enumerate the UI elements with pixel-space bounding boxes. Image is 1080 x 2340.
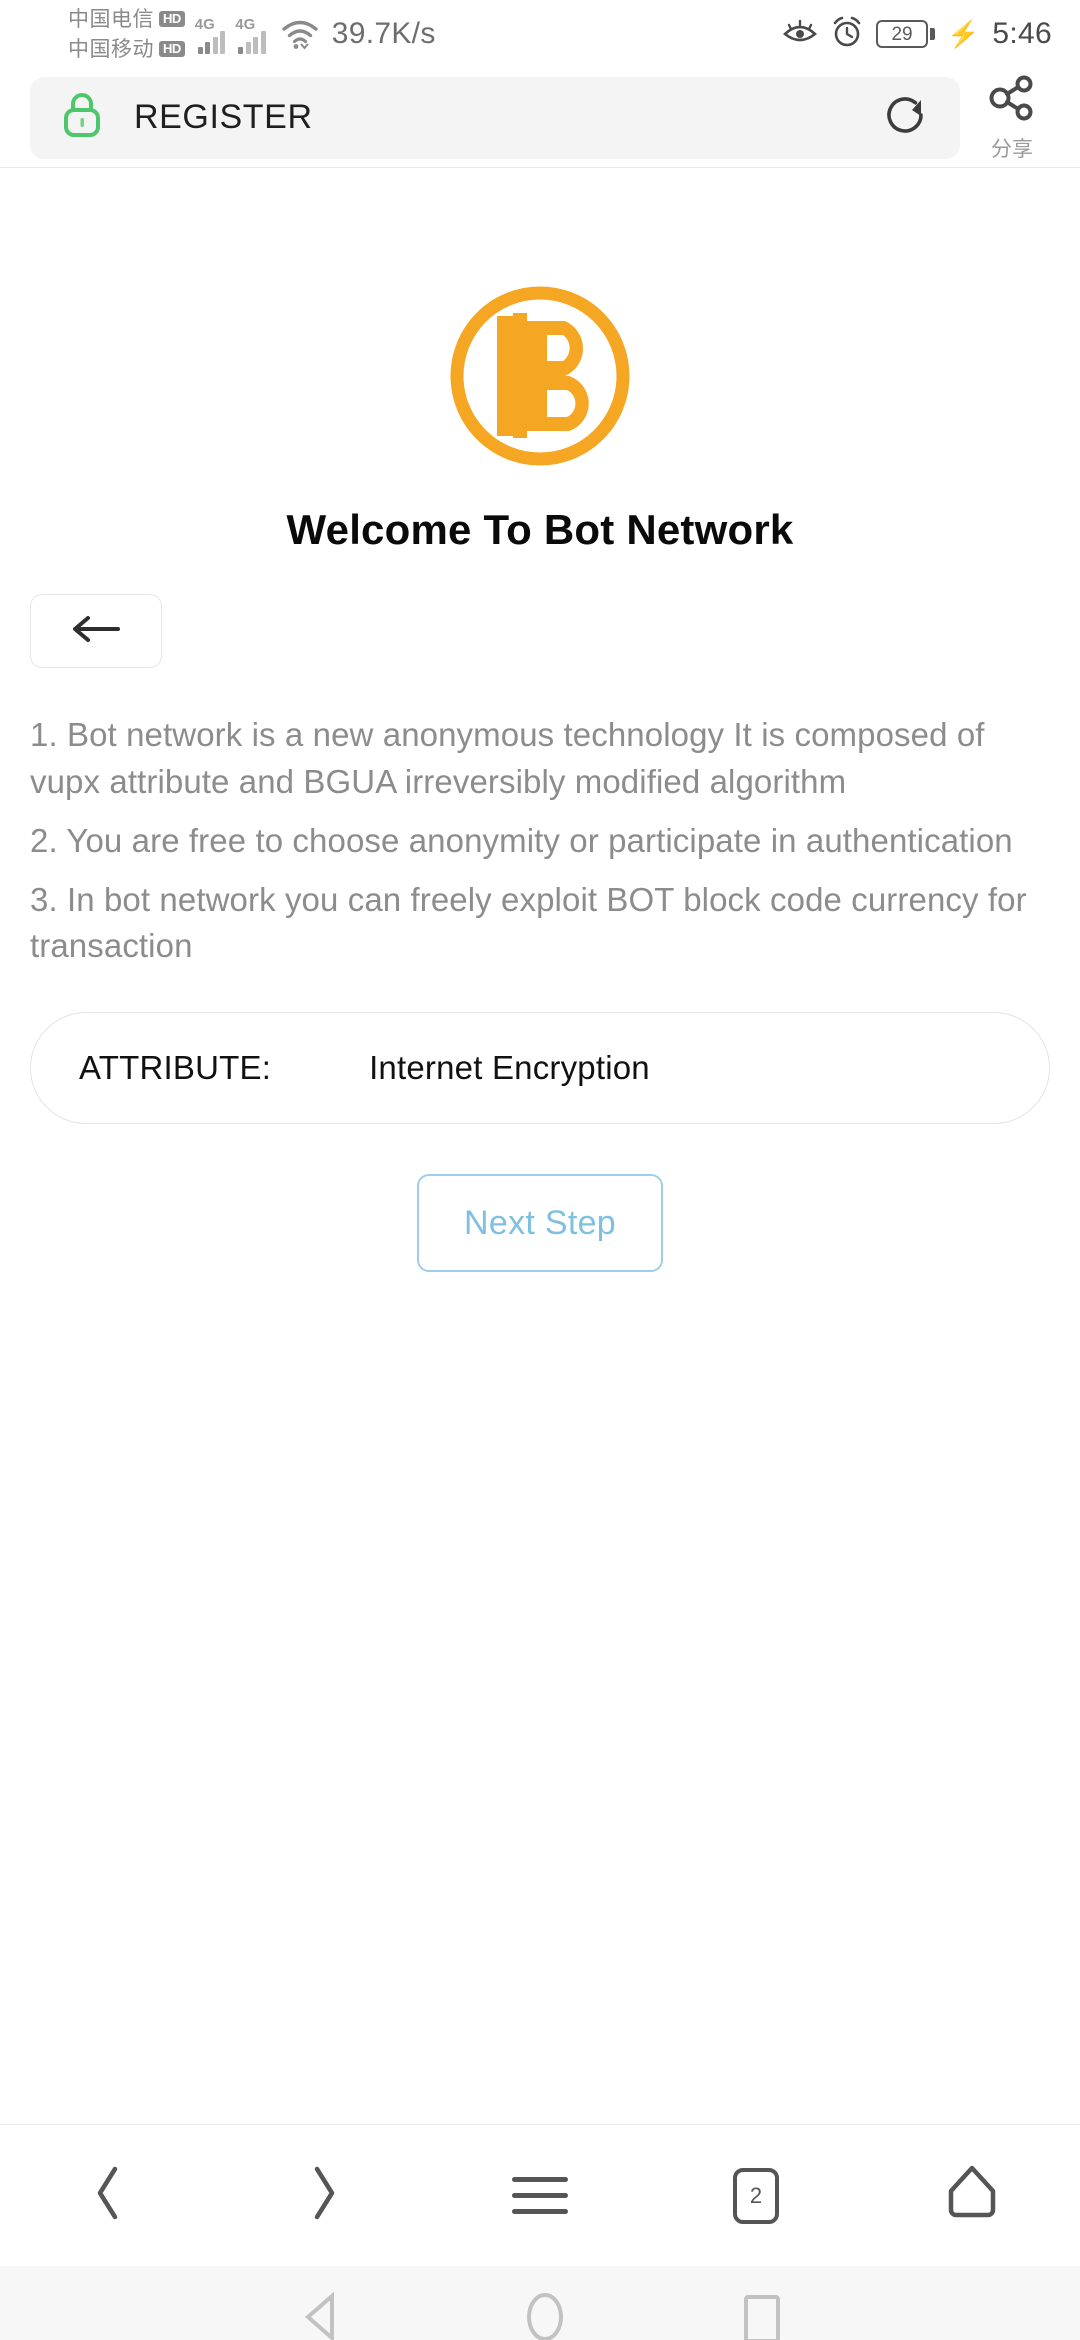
- charging-bolt-icon: ⚡: [947, 18, 980, 49]
- page-content: Welcome To Bot Network 1. Bot network is…: [0, 168, 1080, 2266]
- lock-icon: [60, 90, 104, 145]
- hd-badge: HD: [159, 11, 185, 27]
- battery-icon: 29: [876, 20, 936, 48]
- carrier-info: 中国电信 HD 中国移动 HD: [68, 5, 185, 64]
- menu-icon: [512, 2177, 568, 2214]
- browser-home-button[interactable]: [864, 2125, 1080, 2266]
- recents-square-icon[interactable]: [744, 2295, 780, 2340]
- next-step-container: Next Step: [0, 1174, 1080, 1273]
- info-item: 1. Bot network is a new anonymous techno…: [30, 716, 985, 800]
- status-right-cluster: 29 ⚡ 5:46: [782, 16, 1052, 53]
- arrow-left-icon: [68, 613, 124, 650]
- wifi-icon: [280, 18, 320, 55]
- browser-address-bar: REGISTER 分享: [0, 68, 1080, 168]
- status-clock: 5:46: [992, 17, 1052, 50]
- url-text: REGISTER: [134, 98, 313, 136]
- signal-bars-icon: [238, 30, 266, 54]
- signal-group-2: 4G: [235, 14, 266, 54]
- attribute-field[interactable]: ATTRIBUTE: Internet Encryption: [30, 1012, 1050, 1125]
- tab-count-badge: 2: [733, 2167, 779, 2224]
- page-title: Welcome To Bot Network: [286, 506, 794, 553]
- url-input[interactable]: REGISTER: [30, 76, 960, 159]
- home-icon: [945, 2164, 999, 2227]
- browser-menu-button[interactable]: [432, 2125, 648, 2266]
- share-button[interactable]: 分享: [960, 72, 1064, 163]
- page-back-button[interactable]: [30, 594, 162, 668]
- signal-bars-icon: [197, 30, 226, 54]
- network-type-label: 4G: [235, 16, 256, 33]
- home-circle-icon[interactable]: [522, 2289, 568, 2340]
- alarm-icon: [831, 16, 863, 53]
- browser-tabs-button[interactable]: 2: [648, 2125, 864, 2266]
- bot-network-logo: [447, 283, 633, 474]
- forward-icon: [307, 2165, 341, 2226]
- share-icon: [986, 72, 1038, 129]
- browser-back-button[interactable]: [0, 2125, 216, 2266]
- network-speed: 39.7K/s: [331, 17, 436, 50]
- back-triangle-icon[interactable]: [300, 2291, 346, 2340]
- hd-badge: HD: [159, 41, 185, 57]
- status-bar: 中国电信 HD 中国移动 HD 4G 4G 39.7K/s 29 ⚡ 5:46: [0, 0, 1080, 68]
- logo-container: [0, 168, 1080, 474]
- battery-percent: 29: [891, 23, 913, 45]
- refresh-icon[interactable]: [878, 88, 932, 147]
- attribute-value: Internet Encryption: [369, 1049, 650, 1087]
- browser-forward-button[interactable]: [216, 2125, 432, 2266]
- eye-comfort-icon: [782, 19, 818, 50]
- carrier-name: 中国电信: [68, 7, 154, 31]
- info-list: 1. Bot network is a new anonymous techno…: [30, 712, 1050, 970]
- share-label: 分享: [991, 138, 1033, 161]
- attribute-label: ATTRIBUTE:: [79, 1049, 272, 1087]
- back-icon: [91, 2165, 125, 2226]
- browser-bottom-bar: 2: [0, 2124, 1080, 2266]
- signal-group-1: 4G: [195, 14, 226, 54]
- next-step-button[interactable]: Next Step: [417, 1174, 663, 1273]
- carrier-row: 中国电信 HD: [68, 5, 185, 34]
- network-type-label: 4G: [194, 16, 215, 33]
- info-item: 2. You are free to choose anonymity or p…: [30, 821, 1013, 859]
- carrier-row: 中国移动 HD: [68, 35, 185, 64]
- carrier-name: 中国移动: [68, 37, 154, 61]
- info-item: 3. In bot network you can freely exploit…: [30, 880, 1027, 965]
- android-navigation-bar: [0, 2266, 1080, 2340]
